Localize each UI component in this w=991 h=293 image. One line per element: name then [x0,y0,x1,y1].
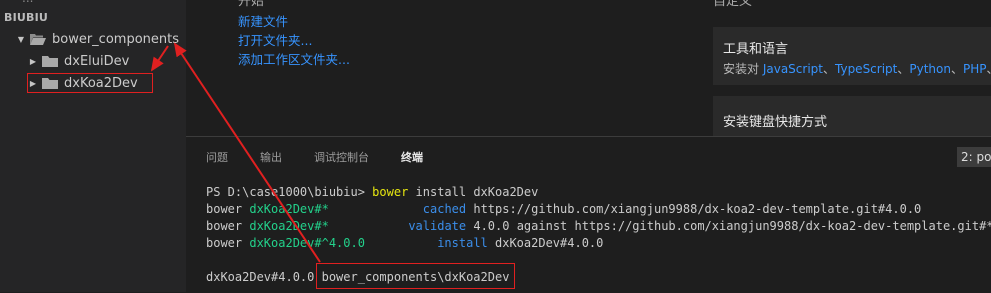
annotation-arrows [150,42,321,263]
arrow-to-bower-components [173,42,321,263]
arrow-to-dxkoa2dev [150,45,169,72]
